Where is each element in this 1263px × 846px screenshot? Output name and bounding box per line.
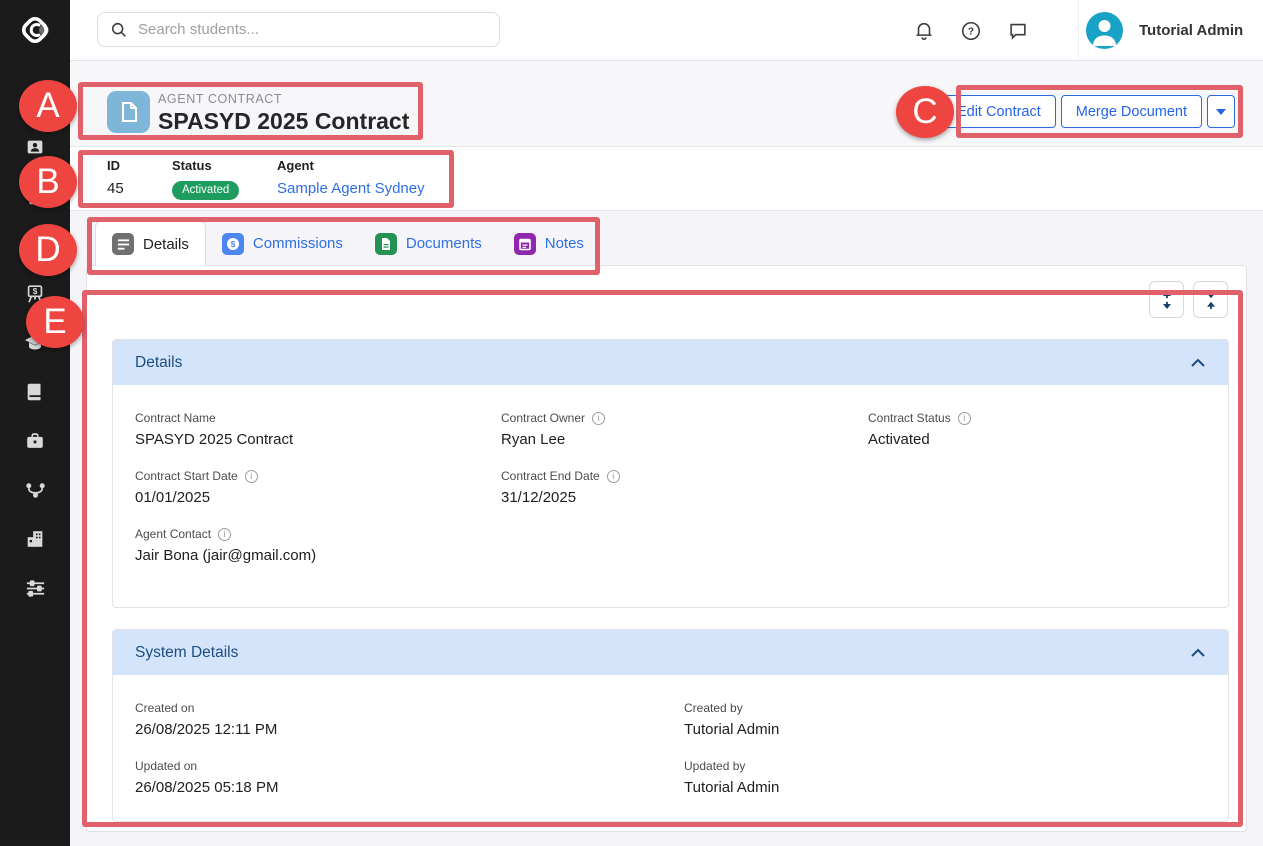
- sidebar-item-contacts-icon[interactable]: [23, 135, 47, 159]
- summary-id: ID 45: [107, 158, 124, 197]
- sidebar-item-finance-icon[interactable]: $: [23, 282, 47, 306]
- search-input[interactable]: [138, 21, 487, 38]
- info-icon[interactable]: i: [218, 528, 231, 541]
- collapse-all-button[interactable]: [1193, 281, 1228, 318]
- svg-text:?: ?: [968, 27, 974, 38]
- system-card-header[interactable]: System Details: [113, 630, 1228, 675]
- topbar-divider: [1078, 0, 1079, 61]
- documents-tab-icon: [375, 233, 397, 255]
- header-actions: Edit Contract Merge Document: [942, 95, 1235, 128]
- agent-label: Agent: [277, 158, 425, 173]
- sidebar-item-applications-icon[interactable]: [23, 233, 47, 257]
- entity-header: AGENT CONTRACT SPASYD 2025 Contract Edit…: [70, 61, 1263, 146]
- chat-icon[interactable]: [1005, 18, 1031, 44]
- chevron-up-icon[interactable]: [1190, 358, 1206, 368]
- notifications-bell-icon[interactable]: [911, 18, 937, 44]
- info-icon[interactable]: i: [607, 470, 620, 483]
- summary-row: ID 45 Status Activated Agent Sample Agen…: [70, 146, 1263, 211]
- field-contract-end-date: Contract End Datei 31/12/2025: [501, 469, 868, 506]
- tab-label: Details: [143, 236, 189, 253]
- field-created-on: Created on 26/08/2025 12:11 PM: [135, 701, 684, 738]
- field-contract-name: Contract Name SPASYD 2025 Contract: [135, 411, 501, 448]
- system-details-card: System Details Created on 26/08/2025 12:…: [112, 629, 1229, 822]
- details-card-body: Contract Name SPASYD 2025 Contract Contr…: [113, 385, 1228, 585]
- tab-label: Documents: [406, 235, 482, 252]
- commissions-tab-icon: $: [222, 233, 244, 255]
- sidebar-item-organisations-icon[interactable]: [23, 527, 47, 551]
- tab-bar: Details $ Commissions Documents Notes: [95, 221, 600, 266]
- field-contract-owner: Contract Owneri Ryan Lee: [501, 411, 868, 448]
- topbar: ? Tutorial Admin: [70, 0, 1263, 61]
- field-updated-on: Updated on 26/08/2025 05:18 PM: [135, 759, 684, 796]
- page-title: SPASYD 2025 Contract: [158, 108, 409, 135]
- system-card-body: Created on 26/08/2025 12:11 PM Created b…: [113, 675, 1228, 817]
- svg-text:$: $: [33, 287, 38, 296]
- app-window: $: [0, 0, 1263, 846]
- info-icon[interactable]: i: [958, 412, 971, 425]
- field-created-by: Created by Tutorial Admin: [684, 701, 1206, 738]
- id-value: 45: [107, 180, 124, 197]
- id-label: ID: [107, 158, 124, 173]
- sidebar-item-courses-icon[interactable]: [23, 331, 47, 355]
- chevron-up-icon[interactable]: [1190, 648, 1206, 658]
- app-logo-icon[interactable]: [14, 9, 56, 51]
- status-badge: Activated: [172, 181, 239, 200]
- edit-contract-button[interactable]: Edit Contract: [942, 95, 1056, 128]
- contract-document-icon: [107, 91, 150, 133]
- sidebar: $: [0, 0, 70, 846]
- notes-tab-icon: [514, 233, 536, 255]
- tab-commissions[interactable]: $ Commissions: [206, 221, 359, 266]
- svg-text:$: $: [231, 240, 236, 249]
- tab-notes[interactable]: Notes: [498, 221, 600, 266]
- search-box[interactable]: [97, 12, 500, 47]
- card-title: System Details: [135, 644, 238, 662]
- sidebar-item-agents-icon[interactable]: [23, 478, 47, 502]
- help-icon[interactable]: ?: [958, 18, 984, 44]
- search-icon: [110, 21, 128, 39]
- main-content: Details $ Commissions Documents Notes: [70, 211, 1263, 846]
- tab-details[interactable]: Details: [95, 221, 206, 266]
- details-card: Details Contract Name SPASYD 2025 Contra…: [112, 339, 1229, 608]
- field-contract-status: Contract Statusi Activated: [868, 411, 1206, 448]
- more-actions-button[interactable]: [1207, 95, 1235, 128]
- caret-down-icon: [1216, 109, 1226, 115]
- summary-agent: Agent Sample Agent Sydney: [277, 158, 425, 197]
- tab-label: Notes: [545, 235, 584, 252]
- details-card-header[interactable]: Details: [113, 340, 1228, 385]
- field-agent-contact: Agent Contacti Jair Bona (jair@gmail.com…: [135, 527, 501, 564]
- entity-type-label: AGENT CONTRACT: [158, 92, 282, 106]
- details-panel: Details Contract Name SPASYD 2025 Contra…: [86, 265, 1247, 832]
- field-updated-by: Updated by Tutorial Admin: [684, 759, 1206, 796]
- field-spacer: [868, 469, 1206, 506]
- avatar: [1086, 12, 1123, 49]
- panel-toolbar: [1149, 281, 1228, 318]
- sidebar-item-enquiries-icon[interactable]: [23, 184, 47, 208]
- user-name: Tutorial Admin: [1139, 22, 1243, 39]
- field-contract-start-date: Contract Start Datei 01/01/2025: [135, 469, 501, 506]
- merge-document-button[interactable]: Merge Document: [1061, 95, 1202, 128]
- summary-status: Status Activated: [172, 158, 239, 200]
- info-icon[interactable]: i: [245, 470, 258, 483]
- user-menu[interactable]: Tutorial Admin: [1086, 0, 1243, 61]
- agent-link[interactable]: Sample Agent Sydney: [277, 180, 425, 197]
- status-label: Status: [172, 158, 239, 173]
- card-title: Details: [135, 354, 182, 372]
- expand-all-button[interactable]: [1149, 281, 1184, 318]
- sidebar-item-settings-icon[interactable]: [23, 576, 47, 600]
- details-tab-icon: [112, 233, 134, 255]
- tab-documents[interactable]: Documents: [359, 221, 498, 266]
- sidebar-item-services-icon[interactable]: [23, 429, 47, 453]
- info-icon[interactable]: i: [592, 412, 605, 425]
- sidebar-item-library-icon[interactable]: [23, 380, 47, 404]
- tab-label: Commissions: [253, 235, 343, 252]
